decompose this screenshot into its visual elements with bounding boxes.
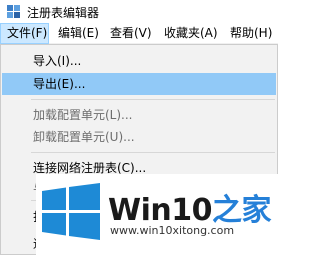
registry-editor-icon	[7, 5, 20, 18]
menu-item-unload-hive[interactable]: 卸载配置单元(U)...	[2, 126, 276, 148]
watermark-brand: Win10之家	[108, 185, 271, 229]
title-bar: 注册表编辑器	[0, 0, 278, 23]
menu-item-import[interactable]: 导入(I)...	[2, 50, 276, 72]
menu-favorites[interactable]: 收藏夹(A)	[158, 23, 224, 44]
window-title: 注册表编辑器	[27, 6, 100, 20]
windows-logo-icon	[42, 183, 100, 240]
menu-file[interactable]: 文件(F)	[0, 23, 49, 44]
menu-separator	[31, 152, 275, 153]
menu-help[interactable]: 帮助(H)	[224, 23, 278, 44]
menu-view[interactable]: 查看(V)	[104, 23, 158, 44]
menu-bar: 文件(F) 编辑(E) 查看(V) 收藏夹(A) 帮助(H)	[0, 23, 278, 44]
watermark-brand-main: Win10	[108, 193, 212, 228]
menu-item-export[interactable]: 导出(E)...	[2, 73, 276, 95]
watermark-url: www.win10xitong.com	[110, 224, 235, 237]
watermark-brand-accent: 之家	[211, 193, 272, 228]
menu-item-load-hive[interactable]: 加载配置单元(L)...	[2, 104, 276, 126]
menu-separator	[31, 99, 275, 100]
menu-edit[interactable]: 编辑(E)	[52, 23, 105, 44]
